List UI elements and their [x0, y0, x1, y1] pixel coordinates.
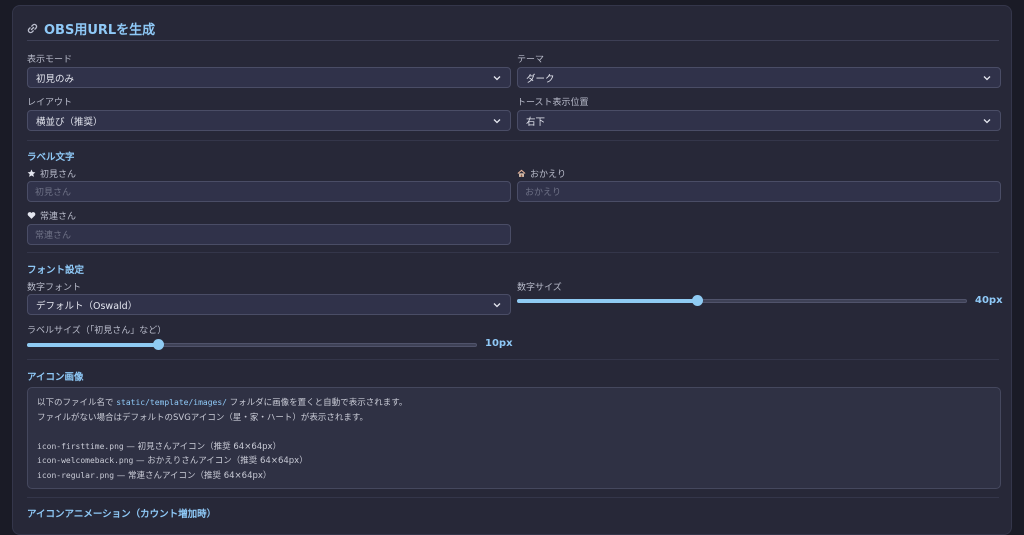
regular-label: 常連さん: [27, 209, 76, 222]
icon-info-box: 以下のファイル名で static/template/images/ フォルダに画…: [27, 387, 1001, 489]
slider-fill: [517, 299, 697, 303]
chevron-down-icon: [492, 73, 502, 83]
heart-icon: [27, 211, 36, 220]
toast-position-value: 右下: [526, 116, 546, 128]
info-text: 以下のファイル名で: [37, 398, 117, 408]
divider: [27, 359, 999, 360]
welcomeback-label-text: おかえり: [530, 170, 567, 180]
layout-value: 横並び（推奨）: [36, 116, 103, 128]
firsttime-label: 初見さん: [27, 167, 76, 180]
divider: [27, 252, 999, 253]
label-size-value: 10px: [485, 338, 513, 349]
firsttime-input[interactable]: 初見さん: [27, 181, 511, 202]
icon-animation-section-title: アイコンアニメーション（カウント増加時）: [27, 509, 217, 520]
divider: [27, 140, 999, 141]
layout-label: レイアウト: [27, 98, 73, 108]
slider-handle[interactable]: [152, 339, 164, 350]
info-line-2: ファイルがない場合はデフォルトのSVGアイコン（星・家・ハート）が表示されます。: [37, 412, 369, 423]
number-size-label: 数字サイズ: [517, 283, 562, 293]
firsttime-label-text: 初見さん: [40, 170, 77, 180]
display-mode-select[interactable]: 初見のみ: [27, 67, 511, 88]
number-size-slider[interactable]: [517, 295, 967, 307]
font-section-title: フォント設定: [27, 265, 85, 276]
display-mode-label: 表示モード: [27, 55, 73, 65]
chevron-down-icon: [982, 73, 992, 83]
theme-value: ダーク: [526, 73, 555, 85]
toast-position-label: トースト表示位置: [517, 98, 589, 108]
star-icon: [27, 169, 36, 178]
house-icon: [517, 169, 526, 178]
file-name: icon-welcomeback.png: [37, 456, 134, 466]
file-item: icon-firsttime.png — 初見さんアイコン（推奨 64×64px…: [37, 440, 991, 455]
number-font-select[interactable]: デフォルト（Oswald）: [27, 294, 511, 315]
label-size-slider[interactable]: [27, 339, 477, 351]
number-font-value: デフォルト（Oswald）: [36, 300, 138, 312]
welcomeback-input[interactable]: おかえり: [517, 181, 1001, 202]
layout-select[interactable]: 横並び（推奨）: [27, 110, 511, 131]
label-text-section-title: ラベル文字: [27, 152, 75, 163]
regular-input[interactable]: 常連さん: [27, 224, 511, 245]
images-folder-path: static/template/images/: [116, 398, 227, 407]
file-item: icon-regular.png — 常連さんアイコン（推奨 64×64px）: [37, 469, 991, 484]
slider-handle[interactable]: [692, 295, 703, 306]
file-item: icon-welcomeback.png — おかえりさんアイコン（推奨 64×…: [37, 454, 991, 469]
chevron-down-icon: [982, 116, 992, 126]
file-desc: — 常連さんアイコン（推奨 64×64px）: [114, 470, 272, 481]
file-desc: — 初見さんアイコン（推奨 64×64px）: [123, 441, 282, 452]
obs-url-panel: OBS用URLを生成 表示モード 初見のみ テーマ ダーク レイアウト 横並び（…: [12, 5, 1012, 535]
number-font-label: 数字フォント: [27, 283, 82, 293]
welcomeback-label: おかえり: [517, 167, 566, 180]
toast-position-select[interactable]: 右下: [517, 110, 1001, 131]
file-desc: — おかえりさんアイコン（推奨 64×64px）: [133, 456, 308, 467]
chevron-down-icon: [492, 116, 502, 126]
icon-image-section-title: アイコン画像: [27, 372, 84, 383]
divider: [27, 497, 999, 498]
title-divider: [27, 40, 999, 41]
panel-title-text: OBS用URLを生成: [44, 22, 156, 38]
regular-label-text: 常連さん: [40, 212, 77, 222]
file-name: icon-firsttime.png: [37, 441, 124, 451]
chevron-down-icon: [492, 300, 502, 310]
file-name: icon-regular.png: [37, 470, 115, 480]
display-mode-value: 初見のみ: [36, 73, 75, 85]
link-icon: [27, 23, 38, 34]
info-text: フォルダに画像を置くと自動で表示されます。: [226, 398, 408, 408]
slider-fill: [27, 343, 158, 347]
theme-select[interactable]: ダーク: [517, 67, 1001, 88]
info-line-1: 以下のファイル名で static/template/images/ フォルダに画…: [37, 396, 991, 411]
label-size-label: ラベルサイズ（「初見さん」など）: [27, 326, 167, 336]
panel-title: OBS用URLを生成: [27, 18, 155, 38]
theme-label: テーマ: [517, 55, 545, 65]
number-size-value: 40px: [975, 295, 1003, 306]
